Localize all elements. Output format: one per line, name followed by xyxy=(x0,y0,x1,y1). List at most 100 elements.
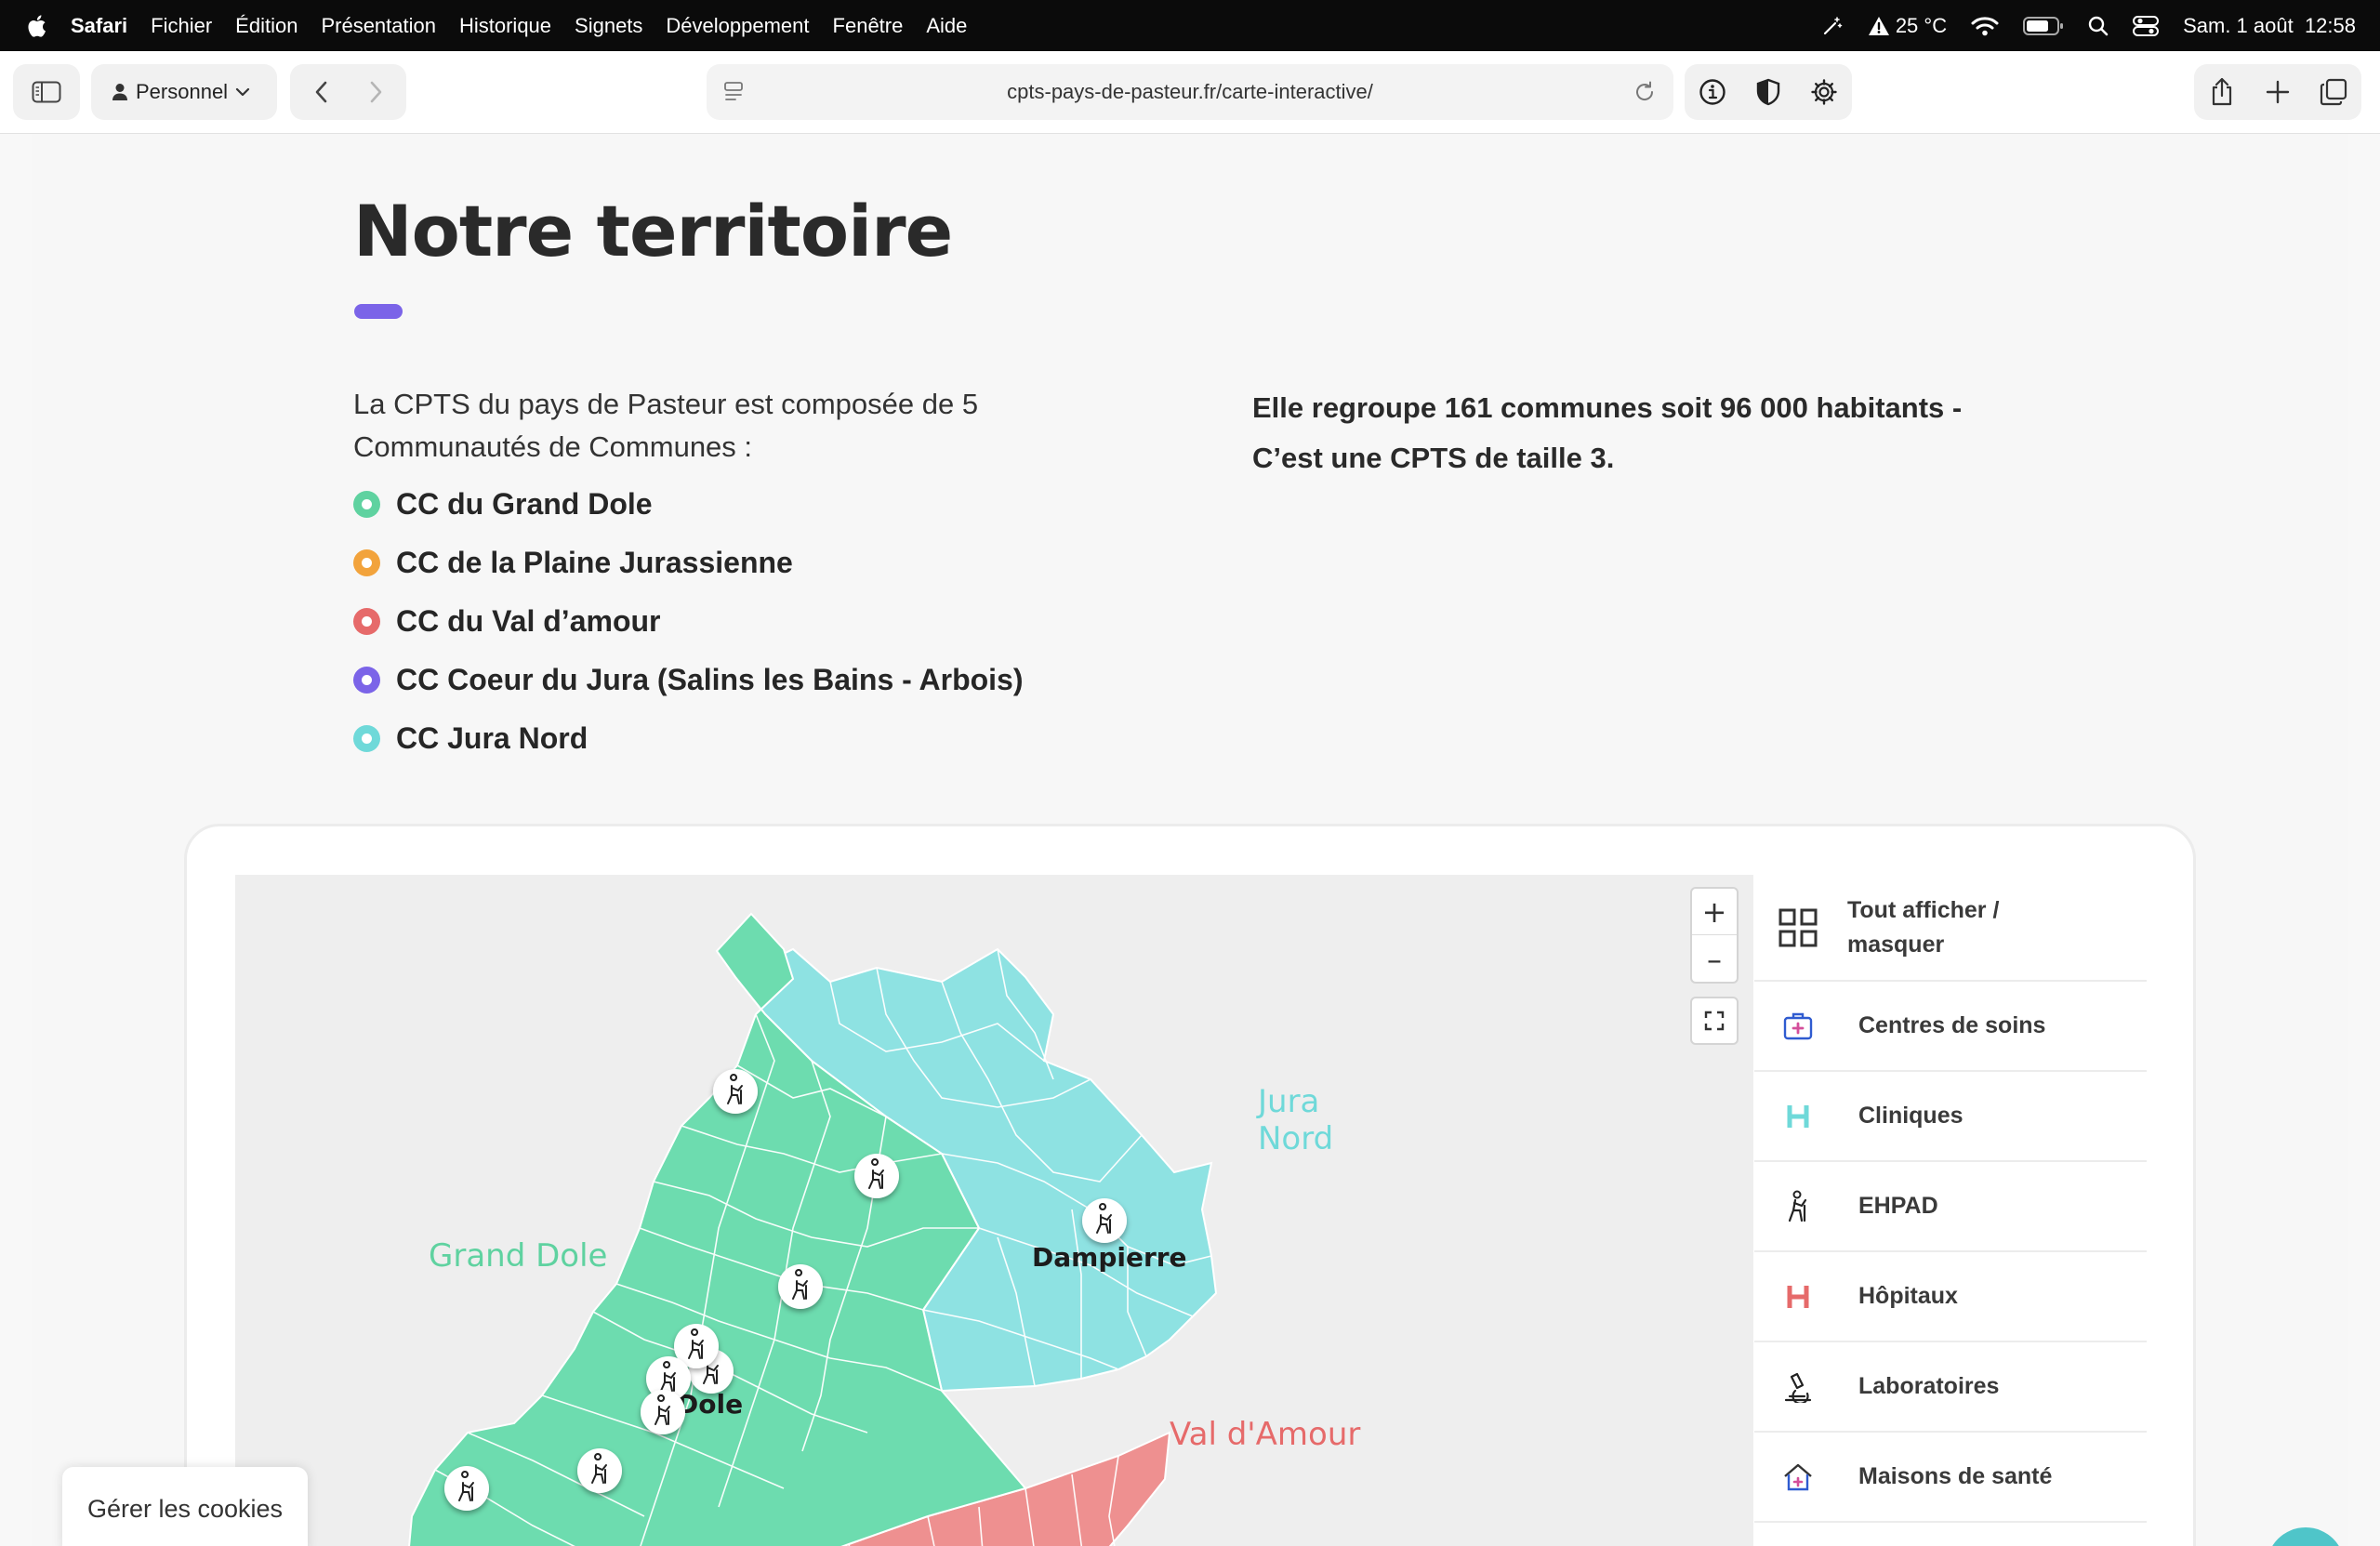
menu-fenetre[interactable]: Fenêtre xyxy=(833,14,904,38)
legend-maisons-de-sante[interactable]: Maisons de santé xyxy=(1754,1433,2147,1523)
legend-toggle-all[interactable]: Tout afficher / masquer xyxy=(1754,875,2147,982)
ehpad-marker[interactable] xyxy=(713,1069,758,1114)
community-item-grand-dole: CC du Grand Dole xyxy=(353,475,1024,534)
sidebar-toggle-button[interactable] xyxy=(13,64,80,120)
zoom-out-button[interactable]: – xyxy=(1692,936,1737,983)
map-label-val-amour: Val d'Amour xyxy=(1170,1416,1360,1453)
community-dot xyxy=(353,667,380,694)
extensions-group xyxy=(1685,64,1852,120)
community-label: CC Jura Nord xyxy=(396,721,588,755)
gear-icon xyxy=(1811,79,1837,105)
legend-centres-de-soins[interactable]: Centres de soins xyxy=(1754,982,2147,1072)
ehpad-marker[interactable] xyxy=(577,1448,622,1493)
community-dot xyxy=(353,608,380,635)
community-item-plaine-jurassienne: CC de la Plaine Jurassienne xyxy=(353,534,1024,592)
legend-label: Hôpitaux xyxy=(1858,1283,1958,1309)
settings-button[interactable] xyxy=(1805,73,1843,111)
weather-text: 25 °C xyxy=(1895,13,1948,37)
chevron-right-icon xyxy=(370,81,382,103)
legend-label: Laboratoires xyxy=(1858,1373,2000,1399)
info-button[interactable] xyxy=(1694,73,1731,111)
page-title: Notre territoire xyxy=(353,190,953,272)
grid-icon xyxy=(1777,906,1819,949)
menubar-clock[interactable]: Sam. 1 août 12:58 xyxy=(2183,14,2356,38)
warning-icon xyxy=(1868,16,1889,35)
community-item-val-amour: CC du Val d’amour xyxy=(353,592,1024,651)
menu-app-name[interactable]: Safari xyxy=(71,14,127,38)
interactive-map[interactable]: Jura Nord Grand Dole Val d'Amour Dampier… xyxy=(235,875,1753,1546)
magic-wand-icon[interactable] xyxy=(1821,15,1844,37)
page-content: Notre territoire La CPTS du pays de Past… xyxy=(32,134,2348,1546)
url-text[interactable]: cpts-pays-de-pasteur.fr/carte-interactiv… xyxy=(1007,80,1373,104)
navigation-buttons xyxy=(290,64,406,120)
legend-label: Cliniques xyxy=(1858,1103,1964,1129)
stats-line-2: C’est une CPTS de taille 3. xyxy=(1252,442,1615,474)
address-bar[interactable]: cpts-pays-de-pasteur.fr/carte-interactiv… xyxy=(707,64,1673,120)
map-legend: Tout afficher / masquer Centres de soins… xyxy=(1754,875,2147,1523)
ehpad-marker[interactable] xyxy=(641,1390,685,1434)
ehpad-marker[interactable] xyxy=(854,1154,899,1198)
ehpad-marker[interactable] xyxy=(444,1466,489,1511)
community-label: CC Coeur du Jura (Salins les Bains - Arb… xyxy=(396,663,1024,696)
battery-icon[interactable] xyxy=(2023,16,2064,36)
profile-label: Personnel xyxy=(136,80,229,103)
map-canvas[interactable]: Jura Nord Grand Dole Val d'Amour Dampier… xyxy=(235,875,1753,1546)
zoom-control: + – xyxy=(1690,887,1739,984)
menu-edition[interactable]: Édition xyxy=(235,14,298,38)
apple-logo-icon[interactable] xyxy=(26,14,46,38)
share-icon xyxy=(2212,77,2232,106)
shield-extension-button[interactable] xyxy=(1750,73,1787,111)
weather-widget[interactable]: 25 °C xyxy=(1868,14,1947,38)
legend-toggle-line1: Tout afficher / xyxy=(1847,896,2000,923)
profile-selector[interactable]: Personnel xyxy=(91,64,277,120)
map-label-dampierre: Dampierre xyxy=(1032,1242,1187,1273)
ehpad-marker[interactable] xyxy=(1082,1198,1127,1243)
map-label-jura-nord-line2: Nord xyxy=(1258,1120,1333,1157)
menu-signets[interactable]: Signets xyxy=(575,14,642,38)
search-icon[interactable] xyxy=(2088,16,2109,36)
community-list: CC du Grand Dole CC de la Plaine Jurassi… xyxy=(353,475,1024,768)
legend-ehpad[interactable]: EHPAD xyxy=(1754,1162,2147,1252)
page-menu-icon[interactable] xyxy=(723,80,744,104)
menu-fichier[interactable]: Fichier xyxy=(151,14,212,38)
microscope-icon xyxy=(1777,1366,1819,1408)
info-icon xyxy=(1699,79,1726,105)
new-tab-button[interactable] xyxy=(2259,73,2296,111)
house-health-icon xyxy=(1777,1456,1819,1499)
share-button[interactable] xyxy=(2203,73,2241,111)
clinic-h-icon xyxy=(1777,1095,1819,1138)
menu-historique[interactable]: Historique xyxy=(459,14,551,38)
back-button[interactable] xyxy=(303,73,340,111)
chevron-down-icon xyxy=(235,87,250,97)
legend-hopitaux[interactable]: Hôpitaux xyxy=(1754,1252,2147,1342)
map-label-jura-nord-line1: Jura xyxy=(1256,1083,1319,1120)
stats-line-1: Elle regroupe 161 communes soit 96 000 h… xyxy=(1252,391,1963,424)
legend-label: Centres de soins xyxy=(1858,1012,2046,1038)
fullscreen-button[interactable] xyxy=(1690,997,1739,1045)
wifi-icon[interactable] xyxy=(1971,16,1999,36)
tab-overview-button[interactable] xyxy=(2315,73,2352,111)
forward-button[interactable] xyxy=(357,73,394,111)
menu-aide[interactable]: Aide xyxy=(926,14,967,38)
medical-bag-icon xyxy=(1777,1005,1819,1048)
control-center-icon[interactable] xyxy=(2133,15,2160,36)
community-dot xyxy=(353,725,380,752)
manage-cookies-button[interactable]: Gérer les cookies xyxy=(62,1467,308,1546)
zoom-in-button[interactable]: + xyxy=(1692,889,1737,935)
plus-icon xyxy=(2266,80,2290,104)
scroll-to-top-button[interactable] xyxy=(2267,1527,2345,1546)
legend-cliniques[interactable]: Cliniques xyxy=(1754,1072,2147,1162)
community-item-jura-nord: CC Jura Nord xyxy=(353,709,1024,768)
window-actions-group xyxy=(2194,64,2361,120)
community-label: CC du Grand Dole xyxy=(396,487,653,521)
tabs-overview-icon xyxy=(2320,78,2347,106)
sidebar-icon xyxy=(32,81,61,103)
map-label-grand-dole: Grand Dole xyxy=(429,1237,607,1275)
menu-developpement[interactable]: Développement xyxy=(666,14,809,38)
shield-icon xyxy=(1756,78,1780,106)
menu-presentation[interactable]: Présentation xyxy=(321,14,436,38)
ehpad-marker[interactable] xyxy=(778,1264,823,1309)
stats-text: Elle regroupe 161 communes soit 96 000 h… xyxy=(1252,383,2015,483)
legend-laboratoires[interactable]: Laboratoires xyxy=(1754,1342,2147,1433)
reload-icon[interactable] xyxy=(1633,80,1657,104)
